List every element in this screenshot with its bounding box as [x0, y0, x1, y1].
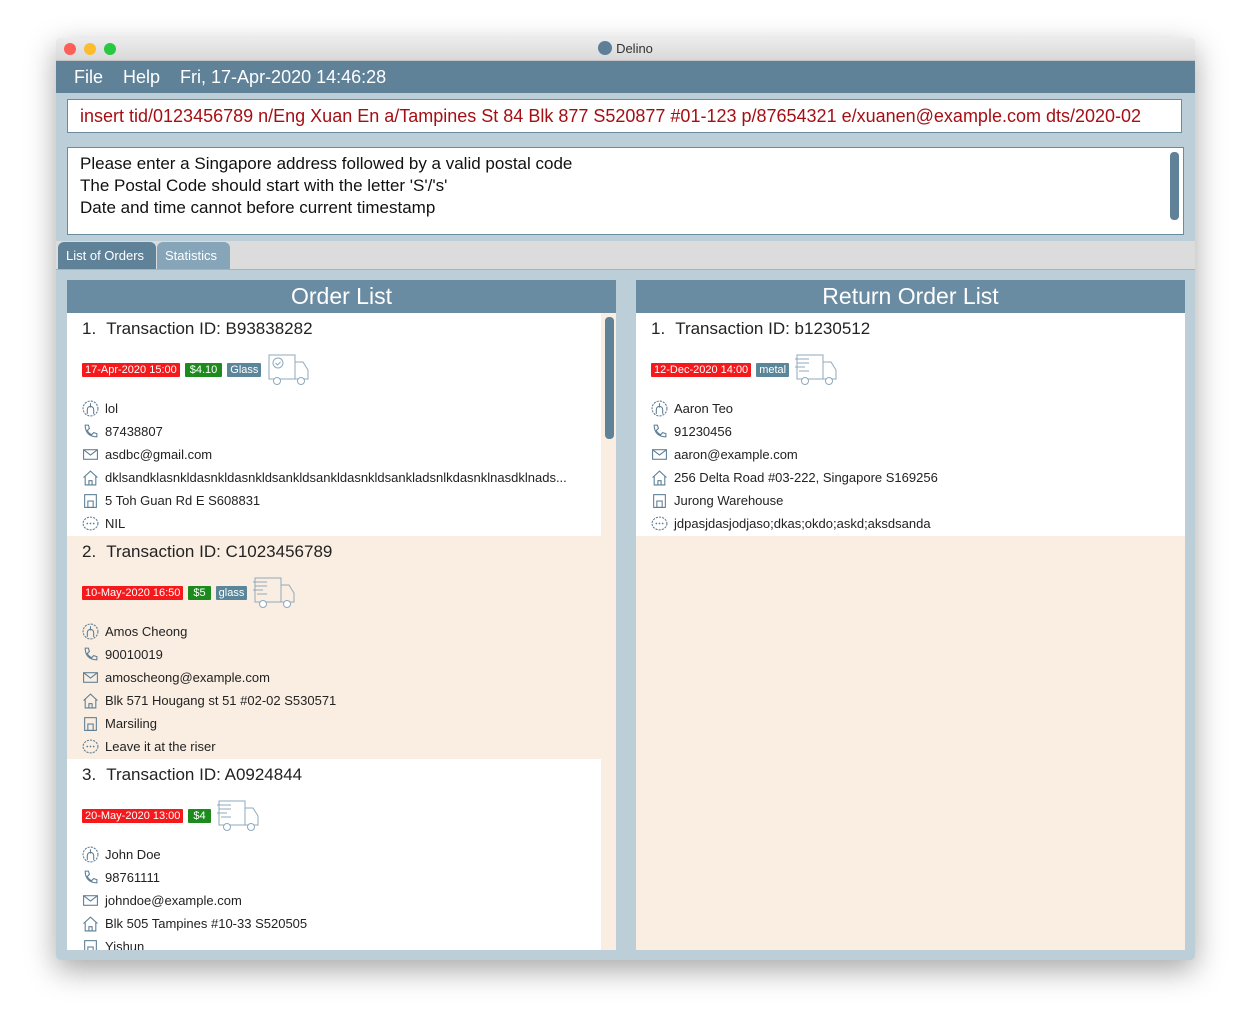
order-index: 2.: [82, 542, 97, 561]
transaction-id: Transaction ID: B93838282: [106, 319, 313, 338]
order-card[interactable]: 1. Transaction ID: b1230512 12-Dec-2020 14…: [636, 313, 1185, 536]
order-index: 1.: [82, 319, 97, 338]
result-line: The Postal Code should start with the le…: [80, 176, 448, 195]
order-email: aaron@example.com: [674, 447, 798, 462]
warehouse-icon: [84, 494, 97, 508]
command-input[interactable]: insert tid/0123456789 n/Eng Xuan En a/Ta…: [67, 99, 1182, 133]
order-warehouse: Marsiling: [105, 716, 158, 731]
moving-truck-icon: [795, 354, 837, 385]
order-name: lol: [105, 401, 119, 416]
order-comment: Leave it at the riser: [105, 739, 216, 754]
phone-icon: [84, 424, 98, 438]
order-phone: 91230456: [674, 424, 732, 439]
order-warehouse: Jurong Warehouse: [674, 493, 784, 508]
delivered-truck-icon: [268, 354, 309, 385]
app-logo-icon: [598, 41, 613, 55]
order-name: Aaron Teo: [674, 401, 734, 416]
menu-file[interactable]: File: [74, 67, 103, 88]
order-warehouse: Yishun: [105, 939, 145, 950]
phone-icon: [84, 870, 98, 884]
warehouse-icon: [84, 940, 97, 950]
order-index: 1.: [651, 319, 666, 338]
return-order-list-title: Return Order List: [636, 280, 1185, 313]
home-icon: [83, 470, 98, 486]
order-phone: 98761111: [105, 870, 160, 885]
home-icon: [83, 693, 98, 709]
order-name: John Doe: [105, 847, 161, 862]
order-card[interactable]: 3. Transaction ID: A0924844 20-May-2020 13…: [67, 759, 601, 950]
order-phone: 90010019: [105, 647, 163, 662]
transaction-id: Transaction ID: C1023456789: [106, 542, 333, 561]
item-type-tag: glass: [215, 586, 248, 600]
comment-icon: [82, 516, 99, 531]
comment-icon: [651, 516, 668, 531]
moving-truck-icon: [216, 800, 259, 831]
cash-tag: $5: [188, 586, 211, 600]
order-email: amoscheong@example.com: [105, 670, 270, 685]
order-address: dklsandklasnkldasnkldasnkldsankldsanklda…: [105, 470, 567, 485]
transaction-id: Transaction ID: b1230512: [675, 319, 871, 338]
order-name: Amos Cheong: [105, 624, 188, 639]
order-email: johndoe@example.com: [105, 893, 242, 908]
item-type-tag: Glass: [227, 363, 262, 377]
person-icon: [82, 846, 99, 863]
menu-help[interactable]: Help: [123, 67, 160, 88]
order-card[interactable]: 2. Transaction ID: C1023456789 10-May-2020…: [67, 536, 601, 759]
person-icon: [651, 400, 668, 417]
warehouse-icon: [653, 494, 666, 508]
order-list-title: Order List: [67, 280, 616, 313]
person-icon: [82, 400, 99, 417]
result-line: Date and time cannot before current time…: [80, 198, 436, 217]
home-icon: [83, 916, 98, 932]
result-scrollbar[interactable]: [1170, 152, 1179, 220]
order-warehouse: 5 Toh Guan Rd E S608831: [105, 493, 261, 508]
menu-bar: File Help Fri, 17-Apr-2020 14:46:28: [56, 61, 1195, 93]
home-icon: [652, 470, 667, 486]
order-address: 256 Delta Road #03-222, Singapore S16925…: [674, 470, 938, 485]
moving-truck-icon: [253, 577, 295, 608]
transaction-id: Transaction ID: A0924844: [106, 765, 303, 784]
warehouse-icon: [84, 717, 97, 731]
email-icon: [652, 449, 667, 460]
tab-bar: List of Orders Statistics: [56, 241, 1195, 270]
order-list-panel: Order List 1. Transaction ID: B93838282 17…: [67, 280, 616, 950]
order-phone: 87438807: [105, 424, 163, 439]
phone-icon: [84, 647, 98, 661]
phone-icon: [653, 424, 667, 438]
order-comment: jdpasjdasjodjaso;dkas;okdo;askd;aksdsand…: [674, 516, 931, 531]
email-icon: [83, 449, 98, 460]
title-bar: Delino: [56, 38, 1195, 61]
cash-tag: $4.10: [184, 363, 223, 377]
delivery-date-tag: 12-Dec-2020 14:00: [651, 363, 752, 377]
result-line: Please enter a Singapore address followe…: [80, 154, 573, 173]
item-type-tag: metal: [756, 363, 790, 377]
current-datetime: Fri, 17-Apr-2020 14:46:28: [180, 66, 387, 87]
window-title: Delino: [616, 41, 653, 56]
order-email: asdbc@gmail.com: [105, 447, 213, 462]
tab-statistics[interactable]: Statistics: [157, 242, 230, 269]
person-icon: [82, 623, 99, 640]
app-window: Delino File Help Fri, 17-Apr-2020 14:46:…: [56, 38, 1195, 960]
result-display: Please enter a Singapore address followe…: [67, 147, 1184, 235]
delivery-date-tag: 10-May-2020 16:50: [82, 586, 184, 600]
cash-tag: $4: [188, 809, 211, 823]
order-comment: NIL: [105, 516, 126, 531]
order-index: 3.: [82, 765, 97, 784]
email-icon: [83, 672, 98, 683]
order-address: Blk 571 Hougang st 51 #02-02 S530571: [105, 693, 337, 708]
delivery-date-tag: 17-Apr-2020 15:00: [82, 363, 180, 377]
tab-list-of-orders[interactable]: List of Orders: [58, 242, 156, 269]
order-address: Blk 505 Tampines #10-33 S520505: [105, 916, 308, 931]
order-list-scrollbar[interactable]: [605, 317, 614, 439]
delivery-date-tag: 20-May-2020 13:00: [82, 809, 184, 823]
order-card[interactable]: 1. Transaction ID: B93838282 17-Apr-2020 1…: [67, 313, 601, 536]
comment-icon: [82, 739, 99, 754]
email-icon: [83, 895, 98, 906]
return-order-list-panel: Return Order List 1. Transaction ID: b123…: [636, 280, 1185, 950]
